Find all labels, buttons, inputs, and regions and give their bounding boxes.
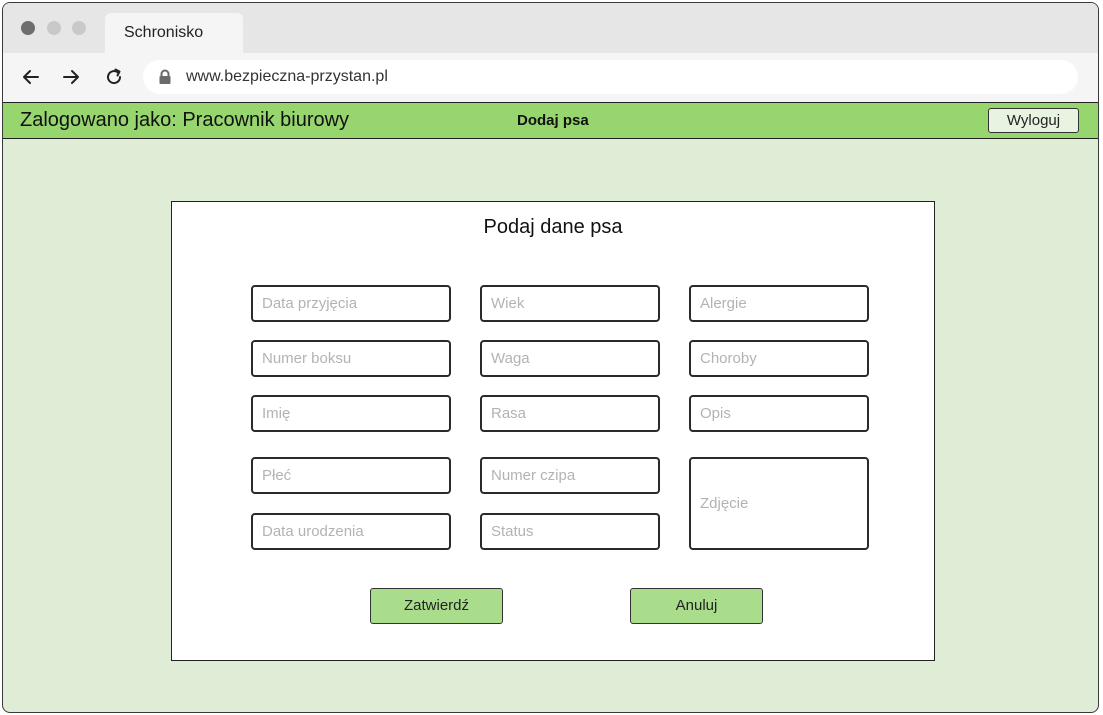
page-title: Dodaj psa	[517, 112, 589, 129]
address-bar[interactable]: www.bezpieczna-przystan.pl	[143, 60, 1078, 94]
admission-date-field[interactable]: Data przyjęcia	[251, 285, 451, 322]
birth-date-field[interactable]: Data urodzenia	[251, 513, 451, 550]
submit-button[interactable]: Zatwierdź	[370, 588, 503, 624]
weight-field[interactable]: Waga	[480, 340, 660, 377]
birth-date-placeholder: Data urodzenia	[262, 523, 364, 540]
sex-field[interactable]: Płeć	[251, 457, 451, 494]
chip-number-placeholder: Numer czipa	[491, 467, 576, 484]
browser-window: Schronisko www.bezpieczna-przystan.pl Za…	[2, 2, 1099, 713]
logged-in-label: Zalogowano jako: Pracownik biurowy	[20, 109, 350, 131]
photo-placeholder: Zdjęcie	[700, 494, 749, 512]
age-placeholder: Wiek	[491, 295, 525, 312]
allergies-field[interactable]: Alergie	[689, 285, 869, 322]
reload-icon[interactable]	[102, 65, 126, 89]
url-text: www.bezpieczna-przystan.pl	[186, 68, 388, 85]
diseases-placeholder: Choroby	[700, 350, 757, 367]
window-maximize-dot[interactable]	[72, 21, 86, 35]
name-placeholder: Imię	[262, 405, 291, 422]
back-arrow-icon[interactable]	[19, 65, 43, 89]
dog-form-card: Podaj dane psa Data przyjęcia Numer boks…	[171, 201, 935, 661]
box-number-field[interactable]: Numer boksu	[251, 340, 451, 377]
browser-tab-title: Schronisko	[124, 24, 204, 41]
name-field[interactable]: Imię	[251, 395, 451, 432]
breed-placeholder: Rasa	[491, 405, 527, 422]
status-placeholder: Status	[491, 523, 534, 540]
breed-field[interactable]: Rasa	[480, 395, 660, 432]
forward-arrow-icon[interactable]	[59, 65, 83, 89]
weight-placeholder: Waga	[491, 350, 530, 367]
lock-icon	[158, 69, 172, 90]
window-minimize-dot[interactable]	[47, 21, 61, 35]
logout-button[interactable]: Wyloguj	[988, 108, 1079, 133]
description-placeholder: Opis	[700, 405, 731, 422]
sex-placeholder: Płeć	[262, 467, 292, 484]
photo-field[interactable]: Zdjęcie	[689, 457, 869, 550]
age-field[interactable]: Wiek	[480, 285, 660, 322]
status-field[interactable]: Status	[480, 513, 660, 550]
box-number-placeholder: Numer boksu	[262, 350, 352, 367]
description-field[interactable]: Opis	[689, 395, 869, 432]
admission-date-placeholder: Data przyjęcia	[262, 295, 358, 312]
allergies-placeholder: Alergie	[700, 295, 747, 312]
chip-number-field[interactable]: Numer czipa	[480, 457, 660, 494]
browser-tab[interactable]: Schronisko	[105, 13, 243, 53]
cancel-button[interactable]: Anuluj	[630, 588, 763, 624]
navigation-bar: www.bezpieczna-przystan.pl	[3, 53, 1098, 102]
form-title: Podaj dane psa	[483, 216, 623, 238]
diseases-field[interactable]: Choroby	[689, 340, 869, 377]
window-close-dot[interactable]	[21, 21, 35, 35]
tab-bar: Schronisko	[3, 3, 1098, 53]
app-header: Zalogowano jako: Pracownik biurowy Dodaj…	[3, 102, 1098, 139]
